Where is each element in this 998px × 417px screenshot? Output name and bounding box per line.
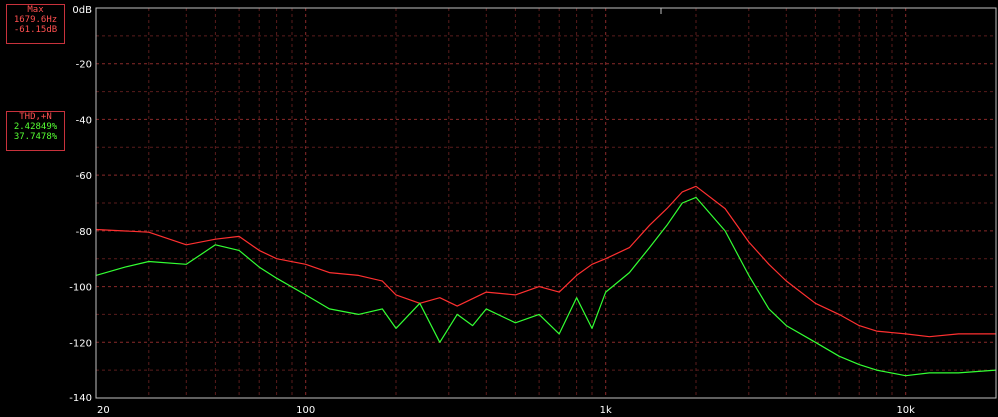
analyzer-window: 0dB -20 -40 -60 -80 -100 -120 -140 20 100 1k 10k M… bbox=[0, 0, 998, 417]
y-tick-label: 0dB bbox=[72, 5, 92, 16]
max-frequency-value: 1679.6Hz bbox=[13, 15, 58, 25]
series-layer bbox=[95, 185, 997, 377]
y-tick-label: -140 bbox=[69, 393, 92, 404]
spectrum-chart: 0dB -20 -40 -60 -80 -100 -120 -140 20 100 1k 10k bbox=[69, 5, 997, 416]
x-tick-label: 1k bbox=[600, 405, 612, 416]
x-tick-label: 100 bbox=[296, 405, 315, 416]
y-tick-label: -100 bbox=[69, 283, 92, 294]
x-tick-label: 10k bbox=[896, 405, 915, 416]
x-tick-label: 20 bbox=[97, 405, 110, 416]
y-tick-label: -80 bbox=[76, 227, 92, 238]
grid-lines bbox=[96, 8, 996, 398]
y-tick-label: -40 bbox=[76, 115, 92, 126]
y-tick-label: -60 bbox=[76, 171, 92, 182]
max-level-value: -61.15dB bbox=[13, 25, 58, 35]
thd-value-2: 37.7478% bbox=[13, 132, 58, 142]
x-axis-labels: 20 100 1k 10k bbox=[97, 405, 915, 416]
y-axis-labels: 0dB -20 -40 -60 -80 -100 -120 -140 bbox=[69, 5, 92, 404]
thd-value-1: 2.42849% bbox=[13, 122, 58, 132]
max-readout: Max 1679.6Hz -61.15dB bbox=[6, 4, 65, 44]
y-tick-label: -120 bbox=[69, 338, 92, 349]
thd-readout-title: THD,+N bbox=[19, 112, 52, 122]
thd-readout: THD,+N 2.42849% 37.7478% bbox=[6, 111, 65, 151]
max-readout-title: Max bbox=[27, 5, 44, 15]
y-tick-label: -20 bbox=[76, 60, 92, 71]
